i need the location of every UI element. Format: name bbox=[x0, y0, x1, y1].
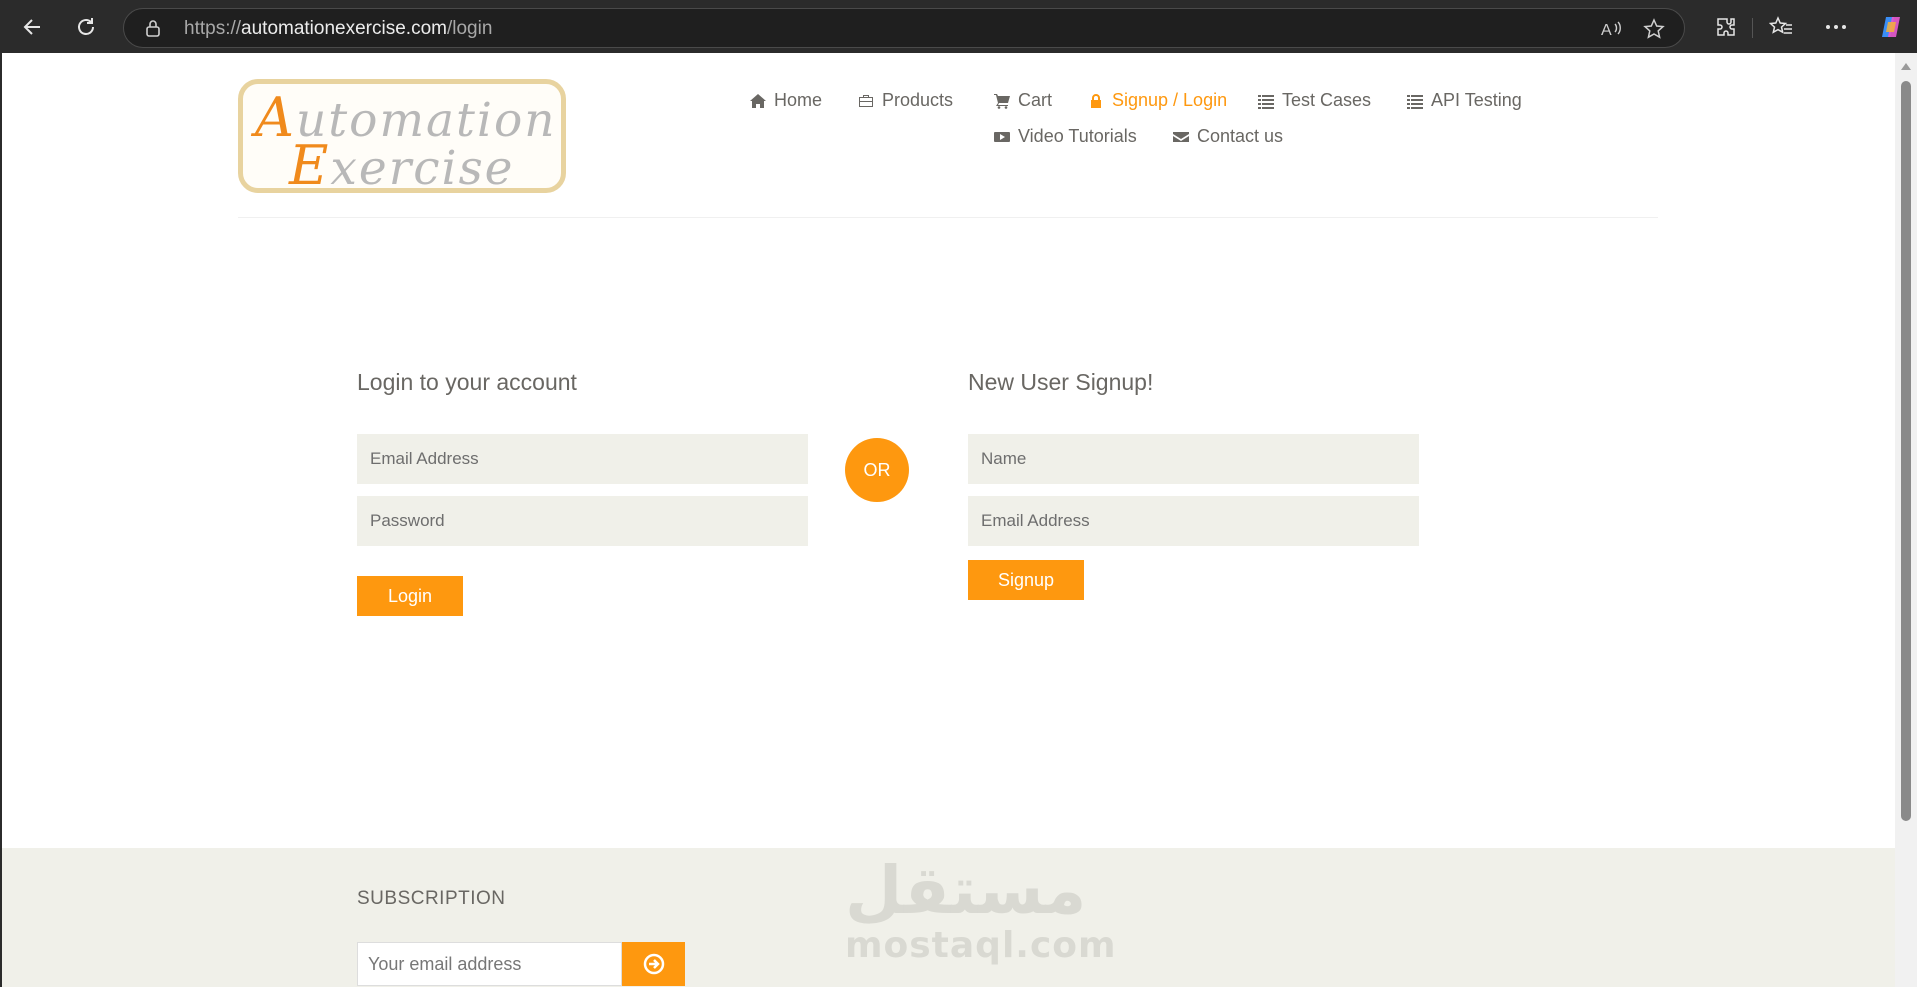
page-scrollbar[interactable] bbox=[1895, 53, 1917, 987]
nav-label: API Testing bbox=[1431, 90, 1522, 110]
or-divider-badge: OR bbox=[845, 438, 909, 502]
scroll-up-arrow-icon[interactable] bbox=[1901, 63, 1911, 70]
url-path: /login bbox=[446, 18, 493, 39]
url-scheme: https:// bbox=[184, 18, 242, 39]
nav-api-testing[interactable]: API Testing bbox=[1407, 90, 1522, 111]
subscribe-button[interactable] bbox=[622, 942, 685, 986]
refresh-icon[interactable] bbox=[70, 11, 102, 43]
nav-label: Test Cases bbox=[1282, 90, 1372, 110]
envelope-icon bbox=[1173, 131, 1189, 142]
site-info-lock-icon[interactable] bbox=[144, 19, 162, 37]
page-viewport: Automation Exercise Home Products Cart S… bbox=[2, 53, 1895, 987]
toolbar-separator bbox=[1752, 18, 1753, 38]
back-arrow-icon[interactable] bbox=[16, 11, 48, 43]
youtube-icon bbox=[994, 131, 1010, 142]
logo-line-2: Exercise bbox=[289, 134, 515, 197]
star-icon[interactable] bbox=[1642, 17, 1666, 41]
list-icon bbox=[1258, 94, 1274, 109]
nav-cart[interactable]: Cart bbox=[994, 90, 1052, 111]
browser-toolbar: https://automationexercise.com/login A bbox=[0, 0, 1917, 53]
cart-icon bbox=[994, 93, 1010, 109]
nav-products[interactable]: Products bbox=[858, 90, 953, 111]
watermark-arabic: مستقل bbox=[845, 852, 1087, 929]
login-password-input[interactable] bbox=[357, 496, 808, 546]
watermark-latin: mostaql.com bbox=[845, 925, 1117, 966]
read-aloud-icon[interactable]: A bbox=[1599, 17, 1623, 41]
nav-signup-login[interactable]: Signup / Login bbox=[1088, 90, 1227, 111]
login-title: Login to your account bbox=[357, 369, 577, 395]
home-icon bbox=[750, 93, 766, 108]
signup-title: New User Signup! bbox=[968, 369, 1154, 395]
favorites-icon[interactable] bbox=[1765, 11, 1797, 43]
nav-label: Home bbox=[774, 90, 823, 110]
footer: مستقل mostaql.com SUBSCRIPTION bbox=[2, 848, 1895, 987]
puzzle-icon[interactable] bbox=[1710, 11, 1742, 43]
nav-home[interactable]: Home bbox=[750, 90, 822, 111]
subscription-title: SUBSCRIPTION bbox=[357, 888, 506, 909]
nav-label: Cart bbox=[1018, 90, 1053, 110]
nav-label: Contact us bbox=[1197, 126, 1284, 146]
site-logo[interactable]: Automation Exercise bbox=[238, 79, 566, 197]
copilot-icon[interactable] bbox=[1875, 11, 1907, 43]
mostaql-watermark: مستقل mostaql.com bbox=[845, 852, 1117, 966]
login-button[interactable]: Login bbox=[357, 576, 463, 616]
briefcase-icon bbox=[859, 94, 873, 107]
more-icon[interactable] bbox=[1820, 11, 1852, 43]
url-text: https://automationexercise.com/login bbox=[184, 18, 492, 40]
nav-label: Products bbox=[882, 90, 954, 110]
signup-email-input[interactable] bbox=[968, 496, 1419, 546]
signup-name-input[interactable] bbox=[968, 434, 1419, 484]
arrow-circle-right-icon bbox=[643, 953, 664, 975]
nav-label: Video Tutorials bbox=[1018, 126, 1137, 146]
svg-text:A: A bbox=[1601, 22, 1612, 39]
lock-icon bbox=[1091, 93, 1101, 108]
list-icon bbox=[1407, 94, 1423, 109]
subscription-email-input[interactable] bbox=[357, 942, 622, 986]
nav-video-tutorials[interactable]: Video Tutorials bbox=[994, 126, 1137, 147]
nav-label: Signup / Login bbox=[1112, 90, 1228, 110]
nav-test-cases[interactable]: Test Cases bbox=[1258, 90, 1371, 111]
address-bar[interactable]: https://automationexercise.com/login A bbox=[123, 8, 1685, 48]
nav-contact-us[interactable]: Contact us bbox=[1173, 126, 1283, 147]
scroll-thumb[interactable] bbox=[1901, 81, 1911, 821]
login-email-input[interactable] bbox=[357, 434, 808, 484]
header-divider bbox=[238, 217, 1658, 218]
url-host: automationexercise.com bbox=[241, 18, 447, 39]
signup-button[interactable]: Signup bbox=[968, 560, 1084, 600]
